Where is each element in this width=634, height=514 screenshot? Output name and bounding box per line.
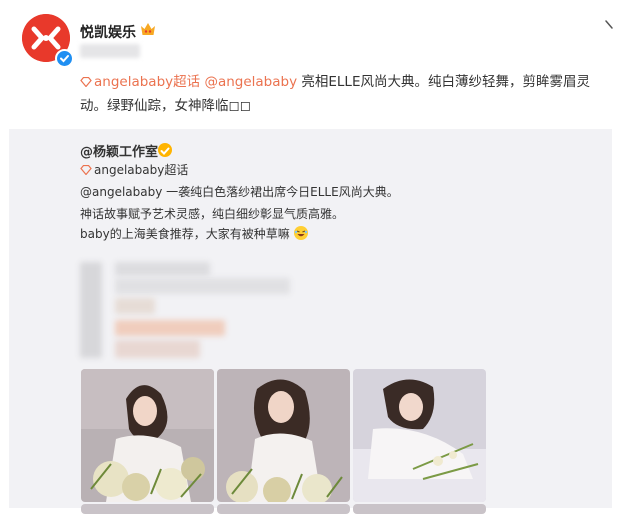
verified-icon [158,143,172,157]
quote-line-3: baby的上海美食推荐，大家有被种草嘛 [80,225,308,242]
photo-1-image [81,369,214,502]
photo-1[interactable] [81,369,214,502]
quote-line-3-text: baby的上海美食推荐，大家有被种草嘛 [80,227,290,241]
chevron-down-icon[interactable] [604,16,616,29]
photo-3[interactable] [353,369,486,502]
quote-line-1-text: 一袭纯白色落纱裙出席今日ELLE风尚大典。 [162,185,399,199]
gem-icon [80,77,92,87]
supertopic-label: angelababy超话 [94,74,201,90]
timestamp-blurred [80,44,140,58]
gem-icon [80,165,92,175]
account-name[interactable]: 悦凯娱乐 [80,22,136,42]
quote-supertopic-label: angelababy超话 [94,163,189,177]
photo-2-image [217,369,350,502]
laugh-emoji-icon [293,226,308,240]
quote-author[interactable]: @杨颖工作室 [80,141,158,160]
quote-line-1: @angelababy 一袭纯白色落纱裙出席今日ELLE风尚大典。 [80,183,399,200]
photo-6-partial[interactable] [353,504,486,514]
photo-3-image [353,369,486,502]
post-body: angelababy超话 @angelababy 亮相ELLE风尚大典。纯白薄纱… [80,70,605,118]
photo-5-partial[interactable] [217,504,350,514]
member-crown-icon [140,22,156,37]
supertopic-link[interactable]: angelababy超话 [80,74,200,90]
verified-icon [55,49,74,68]
quote-mention-link[interactable]: @angelababy [80,185,162,199]
photo-4-partial[interactable] [81,504,214,514]
quote-line-2: 神话故事赋予艺术灵感，纯白细纱彰显气质高雅。 [80,207,345,221]
mention-link[interactable]: @angelababy [204,74,297,90]
photo-2[interactable] [217,369,350,502]
quote-supertopic-link[interactable]: angelababy超话 [80,161,188,178]
